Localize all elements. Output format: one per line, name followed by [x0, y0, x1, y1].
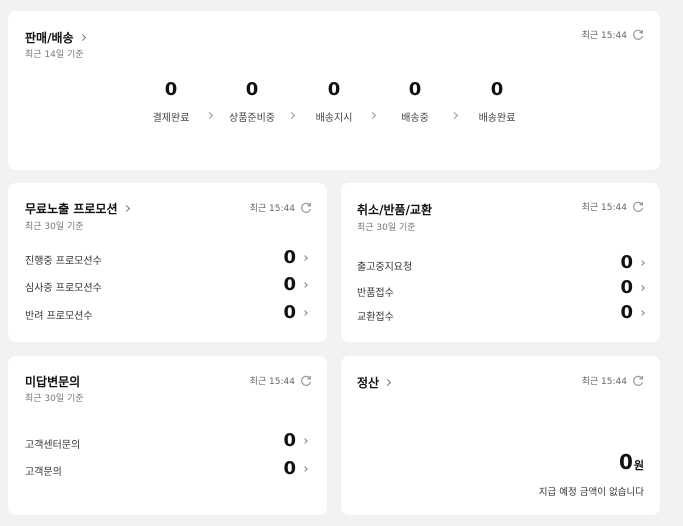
- sales-subtitle: 최근 14일 기준: [25, 50, 84, 60]
- inquiries-customer-count: 0: [283, 458, 296, 479]
- sales-card: 판매/배송 최근 14일 기준 최근 15:44 0 결제완료 0 상품준비중 …: [8, 11, 660, 170]
- promotion-row-value[interactable]: 0: [283, 247, 308, 268]
- inquiries-subtitle: 최근 30일 기준: [25, 394, 84, 404]
- claims-updated: 최근 15:44: [582, 200, 644, 213]
- refresh-icon[interactable]: [632, 29, 644, 41]
- chevron-right-icon: [302, 438, 308, 444]
- stat-preparing-label: 상품준비중: [229, 113, 275, 124]
- claims-title: 취소/반품/교환: [357, 201, 432, 218]
- inquiries-row-label: 고객문의: [25, 467, 62, 478]
- promotion-subtitle: 최근 30일 기준: [25, 222, 84, 232]
- promotion-time: 최근 15:44: [249, 204, 295, 214]
- settlement-card: 정산 최근 15:44 0 원 지급 예정 금액이 없습니다: [341, 356, 660, 515]
- sales-updated: 최근 15:44: [582, 28, 644, 41]
- claims-row-label: 반품접수: [357, 288, 394, 299]
- promotion-active-count: 0: [283, 247, 296, 268]
- settlement-title: 정산: [357, 376, 380, 390]
- inquiries-row-value[interactable]: 0: [283, 430, 308, 451]
- sales-time: 최근 15:44: [581, 31, 627, 41]
- claims-card: 취소/반품/교환 최근 30일 기준 최근 15:44 출고중지요청 0 반품접…: [341, 183, 660, 342]
- inquiries-card: 미답변문의 최근 30일 기준 최근 15:44 고객센터문의 0 고객문의 0: [8, 356, 327, 515]
- claims-return-count: 0: [620, 277, 633, 298]
- chevron-right-icon: [384, 378, 392, 387]
- inquiries-title: 미답변문의: [25, 373, 80, 390]
- stat-shipping-label: 배송중: [401, 113, 429, 124]
- refresh-icon[interactable]: [632, 201, 644, 213]
- promotion-review-count: 0: [283, 274, 296, 295]
- claims-stop-count: 0: [620, 252, 633, 273]
- claims-row-label: 출고중지요청: [357, 262, 413, 273]
- settlement-title-link[interactable]: 정산: [357, 374, 392, 391]
- claims-subtitle: 최근 30일 기준: [357, 223, 416, 233]
- promotion-updated: 최근 15:44: [250, 201, 312, 214]
- sales-title-link[interactable]: 판매/배송: [25, 29, 86, 46]
- promotion-row-value[interactable]: 0: [283, 274, 308, 295]
- claims-row-value[interactable]: 0: [620, 252, 645, 273]
- claims-row-label: 교환접수: [357, 312, 394, 323]
- promotion-row-label: 반려 프로모션수: [25, 311, 93, 322]
- chevron-right-icon: [639, 310, 645, 316]
- chevron-right-icon: [302, 282, 308, 288]
- chevron-right-icon: [639, 285, 645, 291]
- settlement-amount-value: 0: [618, 450, 633, 474]
- refresh-icon[interactable]: [300, 202, 312, 214]
- settlement-time: 최근 15:44: [581, 377, 627, 387]
- inquiries-center-count: 0: [283, 430, 296, 451]
- settlement-note: 지급 예정 금액이 없습니다: [538, 487, 644, 498]
- promotion-title-link[interactable]: 무료노출 프로모션: [25, 200, 130, 217]
- inquiries-updated: 최근 15:44: [250, 374, 312, 387]
- promotion-row-value[interactable]: 0: [283, 302, 308, 323]
- chevron-right-icon: [639, 260, 645, 266]
- claims-title-text: 취소/반품/교환: [357, 203, 433, 217]
- chevron-right-icon: [122, 204, 130, 213]
- settlement-amount: 0 원: [619, 450, 644, 474]
- promotion-card: 무료노출 프로모션 최근 30일 기준 최근 15:44 진행중 프로모션수 0…: [8, 183, 327, 342]
- inquiries-time: 최근 15:44: [249, 377, 295, 387]
- stat-instructed-label: 배송지시: [315, 113, 353, 124]
- promotion-rejected-count: 0: [283, 302, 296, 323]
- stat-paid-label: 결제완료: [152, 113, 190, 124]
- claims-row-value[interactable]: 0: [620, 302, 645, 323]
- chevron-right-icon: [302, 466, 308, 472]
- stat-delivered-count[interactable]: 0: [467, 79, 527, 100]
- stat-delivered-label: 배송완료: [478, 113, 516, 124]
- promotion-row-label: 심사중 프로모션수: [25, 283, 102, 294]
- settlement-updated: 최근 15:44: [582, 374, 644, 387]
- inquiries-row-label: 고객센터문의: [25, 440, 81, 451]
- refresh-icon[interactable]: [632, 375, 644, 387]
- inquiries-title-text: 미답변문의: [25, 375, 81, 389]
- claims-exchange-count: 0: [620, 302, 633, 323]
- chevron-right-icon: [302, 310, 308, 316]
- stat-preparing-count[interactable]: 0: [222, 79, 282, 100]
- refresh-icon[interactable]: [300, 375, 312, 387]
- inquiries-row-value[interactable]: 0: [283, 458, 308, 479]
- stat-instructed-count[interactable]: 0: [304, 79, 364, 100]
- claims-row-value[interactable]: 0: [620, 277, 645, 298]
- stat-shipping-count[interactable]: 0: [385, 79, 445, 100]
- promotion-title: 무료노출 프로모션: [25, 202, 118, 216]
- stat-paid-count[interactable]: 0: [141, 79, 201, 100]
- chevron-right-icon: [78, 33, 86, 42]
- settlement-amount-unit: 원: [633, 459, 644, 472]
- claims-time: 최근 15:44: [581, 203, 627, 213]
- sales-title: 판매/배송: [25, 31, 74, 45]
- promotion-row-label: 진행중 프로모션수: [25, 256, 102, 267]
- chevron-right-icon: [302, 255, 308, 261]
